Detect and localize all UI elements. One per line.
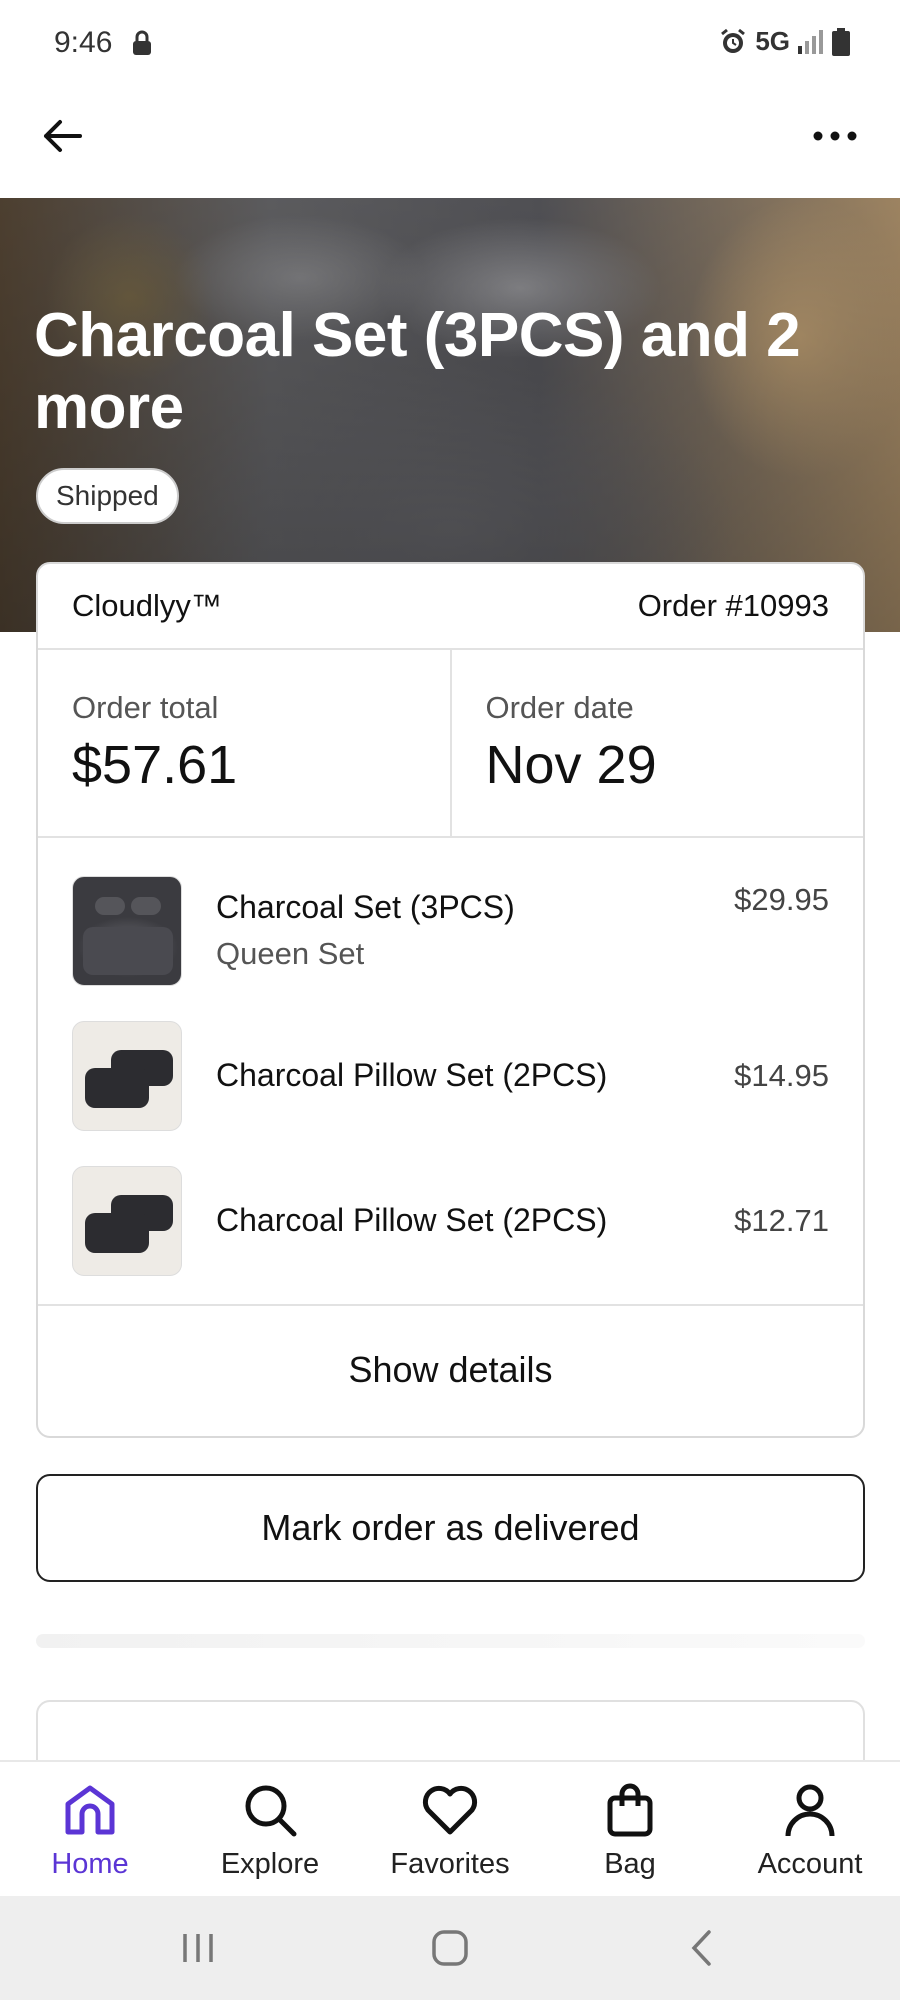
status-bar: 9:46 5G (0, 0, 900, 90)
more-options-button[interactable] (808, 112, 862, 160)
nav-home[interactable]: Home (0, 1762, 180, 1896)
status-badge: Shipped (36, 468, 179, 524)
item-price: $12.71 (734, 1202, 829, 1238)
system-navigation-bar (0, 1896, 900, 2000)
order-items-list: Charcoal Set (3PCS) Queen Set $29.95 Cha… (38, 838, 863, 1306)
bottom-navigation: Home Explore Favorites Bag Account (0, 1760, 900, 1896)
item-name: Charcoal Pillow Set (2PCS) (216, 1057, 608, 1093)
home-system-button[interactable] (420, 1920, 480, 1976)
item-info: Charcoal Pillow Set (2PCS) (216, 1202, 734, 1239)
arrow-left-icon (44, 120, 82, 152)
nav-favorites[interactable]: Favorites (360, 1762, 540, 1896)
top-bar (0, 90, 900, 198)
shop-name[interactable]: Cloudlyy™ (72, 588, 222, 624)
show-details-button[interactable]: Show details (38, 1306, 863, 1434)
signal-icon (798, 29, 823, 54)
network-type: 5G (755, 26, 790, 56)
item-thumbnail (72, 1020, 182, 1131)
item-info: Charcoal Set (3PCS) Queen Set (216, 889, 734, 972)
item-info: Charcoal Pillow Set (2PCS) (216, 1057, 734, 1094)
mark-delivered-button[interactable]: Mark order as delivered (36, 1474, 865, 1582)
order-item[interactable]: Charcoal Pillow Set (2PCS) $12.71 (72, 1148, 829, 1293)
order-item[interactable]: Charcoal Pillow Set (2PCS) $14.95 (72, 1003, 829, 1148)
back-button[interactable] (38, 112, 86, 160)
bag-icon (607, 1783, 653, 1837)
home-circle-icon (432, 1930, 468, 1966)
item-thumbnail (72, 875, 182, 986)
more-horizontal-icon (813, 131, 857, 141)
order-date-section: Order date Nov 29 (449, 650, 864, 836)
system-back-button[interactable] (672, 1920, 732, 1976)
order-date-value: Nov 29 (485, 735, 657, 795)
heart-icon (422, 1785, 478, 1835)
nav-label: Home (51, 1848, 129, 1880)
order-date-label: Order date (485, 690, 634, 725)
alarm-icon (721, 28, 746, 53)
home-icon (65, 1785, 115, 1835)
chevron-left-icon (691, 1930, 711, 1966)
nav-label: Explore (220, 1848, 320, 1880)
item-price: $14.95 (734, 1057, 829, 1093)
person-icon (785, 1784, 835, 1837)
item-variant: Queen Set (216, 936, 365, 971)
item-thumbnail (72, 1165, 182, 1276)
battery-icon (832, 27, 850, 56)
order-number: Order #10993 (637, 588, 829, 623)
nav-label: Favorites (390, 1848, 510, 1880)
nav-label: Account (757, 1848, 863, 1880)
item-price: $29.95 (734, 882, 829, 917)
order-item[interactable]: Charcoal Set (3PCS) Queen Set $29.95 (72, 858, 829, 1003)
item-name: Charcoal Pillow Set (2PCS) (216, 1202, 608, 1238)
order-card: Cloudlyy™ Order #10993 Order total $57.6… (36, 562, 865, 1438)
page-title: Charcoal Set (3PCS) and 2 more (34, 301, 801, 442)
status-time: 9:46 (54, 26, 113, 59)
item-name: Charcoal Set (3PCS) (216, 889, 515, 925)
nav-label: Bag (604, 1848, 656, 1880)
search-icon (245, 1785, 297, 1837)
status-indicators: 5G (719, 26, 850, 57)
nav-bag[interactable]: Bag (540, 1762, 720, 1896)
order-total-section: Order total $57.61 (38, 650, 450, 836)
lock-icon (133, 30, 151, 55)
loading-placeholder (36, 1634, 865, 1648)
nav-account[interactable]: Account (720, 1762, 900, 1896)
recent-apps-button[interactable] (168, 1920, 228, 1976)
nav-explore[interactable]: Explore (180, 1762, 360, 1896)
order-summary: Order total $57.61 Order date Nov 29 (38, 650, 863, 838)
order-card-header: Cloudlyy™ Order #10993 (38, 564, 863, 650)
order-total-value: $57.61 (72, 735, 238, 795)
recent-apps-icon (183, 1934, 213, 1962)
order-total-label: Order total (72, 690, 219, 725)
